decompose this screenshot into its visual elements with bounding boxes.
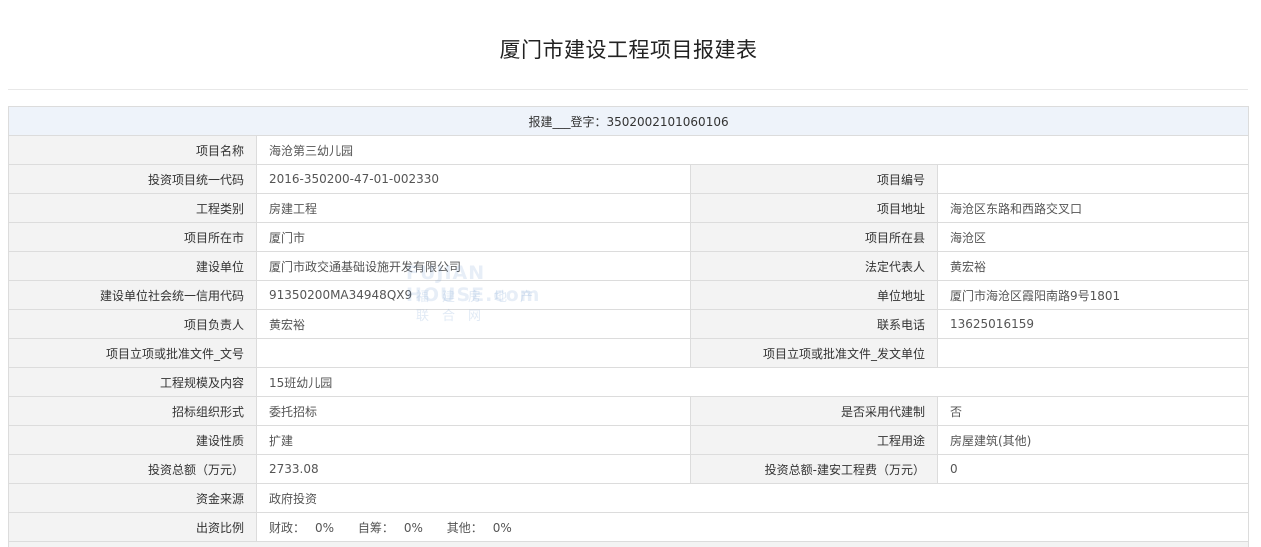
eng-type-value: 房建工程 xyxy=(256,193,691,223)
table-row: 项目名称 海沧第三幼儿园 xyxy=(8,135,1250,165)
project-name-value: 海沧第三幼儿园 xyxy=(255,135,1250,165)
table-row: 建设单位 厦门市政交通基础设施开发有限公司 法定代表人 黄宏裕 xyxy=(8,251,1250,281)
table-row: 项目负责人 黄宏裕 联系电话 13625016159 xyxy=(8,309,1250,339)
ratio-self: 自筹： 0% xyxy=(358,521,423,535)
scale-label: 工程规模及内容 xyxy=(8,367,257,397)
legal-rep-value: 黄宏裕 xyxy=(936,251,1250,281)
table-row: 投资项目统一代码 2016-350200-47-01-002330 项目编号 xyxy=(8,164,1250,194)
table-row xyxy=(7,541,1250,547)
table-footer-strip xyxy=(7,541,1250,547)
invest-code-value: 2016-350200-47-01-002330 xyxy=(256,164,691,194)
project-addr-label: 项目地址 xyxy=(690,193,938,223)
agent-label: 是否采用代建制 xyxy=(690,396,938,426)
header-row: 报建___登字：3502002101060106 xyxy=(7,106,1250,136)
page-title: 厦门市建设工程项目报建表 xyxy=(499,38,758,62)
eng-type-label: 工程类别 xyxy=(8,193,257,223)
project-no-value xyxy=(936,164,1250,194)
table-row: 招标组织形式 委托招标 是否采用代建制 否 xyxy=(8,396,1250,426)
fund-source-value: 政府投资 xyxy=(255,483,1250,513)
agent-value: 否 xyxy=(936,396,1250,426)
project-no-label: 项目编号 xyxy=(690,164,938,194)
builder-label: 建设单位 xyxy=(8,251,257,281)
title-divider xyxy=(8,89,1248,90)
report-table: 报建___登字：3502002101060106 项目名称 海沧第三幼儿园 投资… xyxy=(7,106,1250,547)
bidding-value: 委托招标 xyxy=(256,396,691,426)
table-row: 工程类别 房建工程 项目地址 海沧区东路和西路交叉口 xyxy=(8,193,1250,223)
ratio-finance-label: 财政： xyxy=(269,520,306,535)
scale-value: 15班幼儿园 xyxy=(255,367,1250,397)
ratio-other: 其他： 0% xyxy=(447,521,512,535)
legal-rep-label: 法定代表人 xyxy=(690,251,938,281)
nature-value: 扩建 xyxy=(256,425,691,455)
table-row: 工程规模及内容 15班幼儿园 xyxy=(8,367,1250,397)
unit-addr-label: 单位地址 xyxy=(690,280,938,310)
leader-value: 黄宏裕 xyxy=(256,309,691,339)
project-name-label: 项目名称 xyxy=(8,135,257,165)
credit-code-label: 建设单位社会统一信用代码 xyxy=(8,280,257,310)
ratio-label: 出资比例 xyxy=(8,512,257,542)
ratio-other-value: 0% xyxy=(492,520,512,535)
total-invest-value: 2733.08 xyxy=(256,454,691,484)
builder-value: 厦门市政交通基础设施开发有限公司 xyxy=(256,251,691,281)
unit-addr-value: 厦门市海沧区霞阳南路9号1801 xyxy=(936,280,1250,310)
ratio-self-value: 0% xyxy=(403,520,423,535)
table-row: 建设单位社会统一信用代码 91350200MA34948QX9 单位地址 厦门市… xyxy=(8,280,1250,310)
bidding-label: 招标组织形式 xyxy=(8,396,257,426)
city-label: 项目所在市 xyxy=(8,222,257,252)
phone-label: 联系电话 xyxy=(690,309,938,339)
fund-source-label: 资金来源 xyxy=(8,483,257,513)
install-cost-label: 投资总额-建安工程费（万元） xyxy=(690,454,938,484)
install-cost-value: 0 xyxy=(936,454,1250,484)
ratio-finance-value: 0% xyxy=(315,520,335,535)
phone-value: 13625016159 xyxy=(936,309,1250,339)
usage-label: 工程用途 xyxy=(690,425,938,455)
ratio-finance: 财政： 0% xyxy=(269,521,334,535)
leader-label: 项目负责人 xyxy=(8,309,257,339)
county-value: 海沧区 xyxy=(936,222,1250,252)
ratio-other-label: 其他： xyxy=(446,520,483,535)
ratio-self-label: 自筹： xyxy=(357,520,394,535)
approval-unit-value xyxy=(936,338,1250,368)
approval-unit-label: 项目立项或批准文件_发文单位 xyxy=(690,338,938,368)
table-row: 投资总额（万元） 2733.08 投资总额-建安工程费（万元） 0 xyxy=(8,454,1250,484)
approval-doc-value xyxy=(256,338,691,368)
usage-value: 房屋建筑(其他) xyxy=(936,425,1250,455)
table-row: 资金来源 政府投资 xyxy=(8,483,1250,513)
ratio-value: 财政： 0% 自筹： 0% 其他： 0% xyxy=(255,512,1250,542)
invest-code-label: 投资项目统一代码 xyxy=(8,164,257,194)
registration-number: 报建___登字：3502002101060106 xyxy=(7,106,1250,136)
project-addr-value: 海沧区东路和西路交叉口 xyxy=(936,193,1250,223)
table-row: 建设性质 扩建 工程用途 房屋建筑(其他) xyxy=(8,425,1250,455)
approval-doc-label: 项目立项或批准文件_文号 xyxy=(8,338,257,368)
total-invest-label: 投资总额（万元） xyxy=(8,454,257,484)
table-row: 出资比例 财政： 0% 自筹： 0% 其他： 0% xyxy=(8,512,1250,542)
city-value: 厦门市 xyxy=(256,222,691,252)
page: 厦门市建设工程项目报建表 报建___登字：3502002101060106 项目… xyxy=(0,0,1261,547)
credit-code-value: 91350200MA34948QX9 xyxy=(256,280,691,310)
county-label: 项目所在县 xyxy=(690,222,938,252)
table-row: 项目所在市 厦门市 项目所在县 海沧区 xyxy=(8,222,1250,252)
nature-label: 建设性质 xyxy=(8,425,257,455)
table-row: 项目立项或批准文件_文号 项目立项或批准文件_发文单位 xyxy=(8,338,1250,368)
